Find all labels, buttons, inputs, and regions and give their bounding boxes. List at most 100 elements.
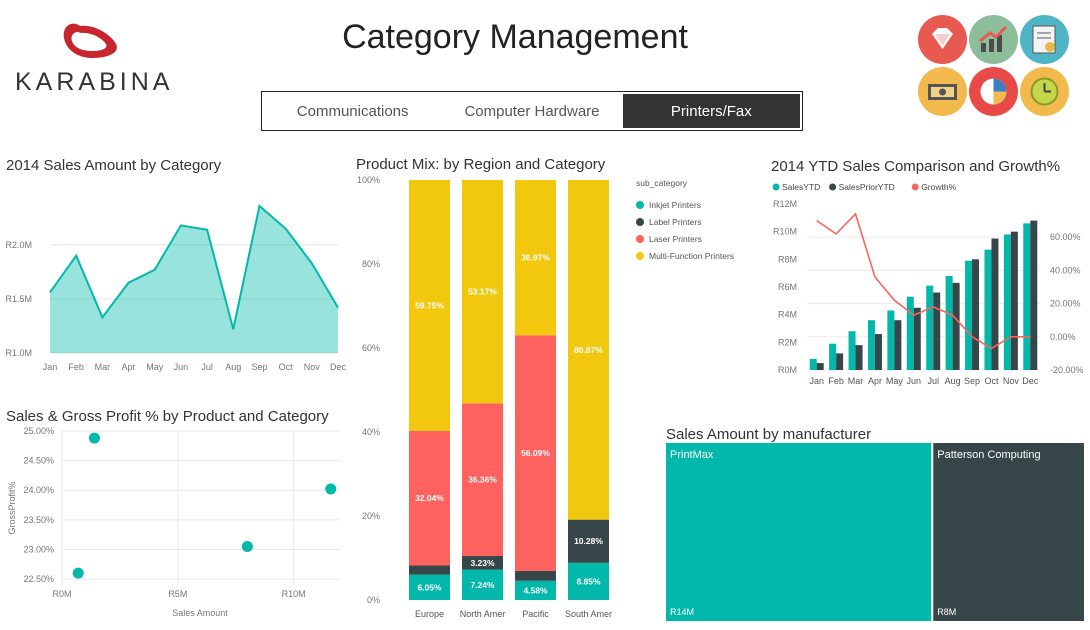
y-tick-label: R1.0M xyxy=(5,348,32,358)
bar-salespriorytd xyxy=(874,334,882,370)
bar-salespriorytd xyxy=(913,307,921,370)
y-tick-label: 24.00% xyxy=(23,485,54,495)
bar-salesytd xyxy=(1023,223,1031,370)
data-label: 8.85% xyxy=(576,576,601,586)
x-tick-label: Jun xyxy=(907,376,922,386)
data-label: 10.28% xyxy=(574,536,603,546)
sales-by-category-title: 2014 Sales Amount by Category xyxy=(6,157,222,174)
y-tick-label: 25.00% xyxy=(23,426,54,436)
pie-chart-icon[interactable] xyxy=(969,67,1018,116)
category-tabs: Communications Computer Hardware Printer… xyxy=(261,91,803,131)
x-tick-label: Apr xyxy=(868,376,882,386)
bar-salesytd xyxy=(965,260,973,370)
x-tick-label: Jun xyxy=(174,362,189,372)
bar-salespriorytd xyxy=(836,353,844,370)
data-label: 53.17% xyxy=(468,287,497,297)
sales-gross-profit-title: Sales & Gross Profit % by Product and Ca… xyxy=(6,408,329,425)
growth-chart-icon[interactable] xyxy=(969,15,1018,64)
bar-segment xyxy=(409,565,450,575)
y-axis-label: GrossProfit% xyxy=(7,481,17,534)
y-tick-label: 22.50% xyxy=(23,574,54,584)
x-tick-label: R0M xyxy=(52,589,71,599)
data-label: 32.04% xyxy=(415,493,444,503)
x-tick-label: Jul xyxy=(201,362,213,372)
y-tick-label: R1.5M xyxy=(5,294,32,304)
certificate-icon[interactable] xyxy=(1020,15,1069,64)
legend-marker xyxy=(829,183,837,191)
tab-communications[interactable]: Communications xyxy=(264,94,441,128)
bar-salesytd xyxy=(809,358,817,370)
y2-tick-label: 20.00% xyxy=(1050,299,1081,309)
bar-salesytd xyxy=(984,249,992,370)
sales-by-category-chart: R1.0M R1.5M R2.0M Jan Feb Mar Apr May Jun Jul Aug S… xyxy=(5,204,346,372)
legend-label: Growth% xyxy=(921,182,956,192)
legend-title: sub_category xyxy=(636,178,688,188)
y2-tick-label: 40.00% xyxy=(1050,265,1081,275)
data-label: 80.87% xyxy=(574,345,603,355)
x-tick-label: Jul xyxy=(927,376,939,386)
bar-salesytd xyxy=(887,310,895,370)
data-label: 56.09% xyxy=(521,448,550,458)
x-tick-label: Aug xyxy=(225,362,241,372)
ytd-comparison-chart: R0M R2M R4M R6M R8M R10M R12M -20.00% 0.00% 20.00… xyxy=(772,182,1084,386)
tab-printers-fax[interactable]: Printers/Fax xyxy=(622,94,800,128)
legend-label: Inkjet Printers xyxy=(649,200,701,210)
sales-gross-profit-chart: 22.50% 23.00% 23.50% 24.00% 24.50% 25.00% R0M R… xyxy=(7,426,340,618)
x-tick-label: Nov xyxy=(1003,376,1020,386)
scatter-point xyxy=(325,483,337,495)
scatter-point xyxy=(241,541,253,552)
bar-segment xyxy=(515,570,556,581)
page-title: Category Management xyxy=(342,18,688,56)
y2-tick-label: 0.00% xyxy=(1050,332,1076,342)
y-tick-label: 20% xyxy=(362,511,380,521)
x-tick-label: Sep xyxy=(251,362,267,372)
y-tick-label: 100% xyxy=(357,175,380,185)
data-label: 6.05% xyxy=(417,582,442,592)
x-tick-label: Feb xyxy=(68,362,84,372)
x-tick-label: South Amer xyxy=(565,609,612,619)
data-label: 7.24% xyxy=(470,580,495,590)
legend-label: Multi-Function Printers xyxy=(649,251,734,261)
y-tick-label: R10M xyxy=(773,227,797,237)
data-label: 4.58% xyxy=(523,585,548,595)
y-tick-label: 40% xyxy=(362,427,380,437)
x-tick-label: May xyxy=(886,376,904,386)
bar-salesytd xyxy=(945,275,953,370)
tab-computer-hardware[interactable]: Computer Hardware xyxy=(443,94,620,128)
x-tick-label: Dec xyxy=(1022,376,1039,386)
money-icon[interactable] xyxy=(918,67,967,116)
x-tick-label: Oct xyxy=(984,376,999,386)
y-tick-label: R6M xyxy=(778,282,797,292)
y-tick-label: R4M xyxy=(778,310,797,320)
y-tick-label: 24.50% xyxy=(23,456,54,466)
legend-label: SalesYTD xyxy=(782,182,820,192)
legend-label: Laser Printers xyxy=(649,234,702,244)
bar-salespriorytd xyxy=(952,282,960,370)
y-tick-label: R0M xyxy=(778,365,797,375)
legend-label: Label Printers xyxy=(649,217,701,227)
treemap-name: PrintMax xyxy=(670,449,714,461)
sales-by-manufacturer-chart: PrintMax R14M Patterson Computing R8M xyxy=(666,443,1084,621)
bar-salespriorytd xyxy=(1010,231,1018,370)
y-tick-label: 0% xyxy=(367,595,380,605)
legend-label: SalesPriorYTD xyxy=(839,182,895,192)
x-tick-label: Jan xyxy=(43,362,58,372)
bar-salespriorytd xyxy=(933,292,941,370)
bar-salesytd xyxy=(867,320,875,370)
logo-text: KARABINA xyxy=(15,68,174,96)
x-tick-label: May xyxy=(146,362,164,372)
bar-salespriorytd xyxy=(972,259,980,370)
scatter-point xyxy=(88,432,100,444)
x-tick-label: Feb xyxy=(828,376,844,386)
x-tick-label: Nov xyxy=(304,362,321,372)
y-tick-label: R12M xyxy=(773,199,797,209)
data-label: 3.23% xyxy=(470,558,495,568)
diamond-icon[interactable] xyxy=(918,15,967,64)
bar-salesytd xyxy=(926,285,934,370)
x-tick-label: R5M xyxy=(168,589,187,599)
x-tick-label: Pacific xyxy=(522,609,549,619)
bar-salesytd xyxy=(1003,234,1011,370)
clock-icon[interactable] xyxy=(1020,67,1069,116)
data-label: 36.36% xyxy=(468,475,497,485)
legend-marker xyxy=(636,218,644,226)
